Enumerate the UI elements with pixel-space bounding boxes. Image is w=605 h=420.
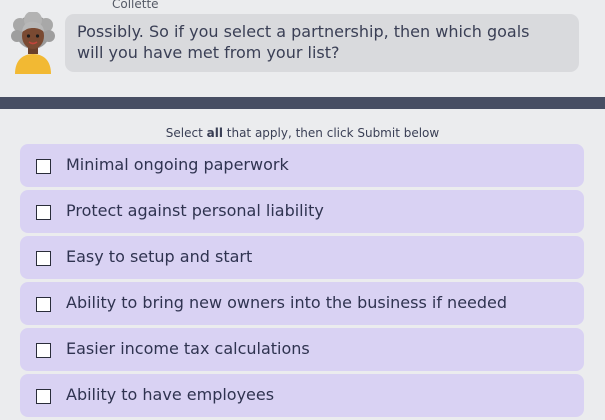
instruction-after: that apply, then click Submit below (222, 126, 440, 140)
option-protect-liability[interactable]: Protect against personal liability (20, 190, 584, 233)
checkbox[interactable] (36, 251, 51, 266)
option-label: Minimal ongoing paperwork (66, 155, 289, 174)
checkbox[interactable] (36, 389, 51, 404)
checkbox[interactable] (36, 343, 51, 358)
message-bubble: Possibly. So if you select a partnership… (65, 14, 579, 72)
option-label: Protect against personal liability (66, 201, 324, 220)
instruction-emphasis: all (206, 126, 223, 140)
message-line-2: will you have met from your list? (77, 43, 340, 62)
speaker-name: Collette (112, 0, 159, 11)
option-new-owners[interactable]: Ability to bring new owners into the bus… (20, 282, 584, 325)
page: Collette Possibly. So if you select a pa… (0, 0, 605, 420)
option-minimal-paperwork[interactable]: Minimal ongoing paperwork (20, 144, 584, 187)
options-list: Minimal ongoing paperwork Protect agains… (20, 144, 584, 420)
chat-area: Collette Possibly. So if you select a pa… (0, 0, 605, 97)
option-easy-setup[interactable]: Easy to setup and start (20, 236, 584, 279)
instruction-before: Select (165, 126, 207, 140)
checkbox[interactable] (36, 205, 51, 220)
checkbox[interactable] (36, 159, 51, 174)
option-label: Ability to bring new owners into the bus… (66, 293, 508, 312)
option-label: Easier income tax calculations (66, 339, 310, 358)
option-label: Easy to setup and start (66, 247, 253, 266)
instruction-text: Select all that apply, then click Submit… (0, 125, 605, 141)
checkbox[interactable] (36, 297, 51, 312)
option-employees[interactable]: Ability to have employees (20, 374, 584, 417)
option-income-tax[interactable]: Easier income tax calculations (20, 328, 584, 371)
message-line-1: Possibly. So if you select a partnership… (77, 22, 530, 41)
divider-bar (0, 97, 605, 109)
option-label: Ability to have employees (66, 385, 275, 404)
woman-avatar-icon (9, 11, 57, 74)
